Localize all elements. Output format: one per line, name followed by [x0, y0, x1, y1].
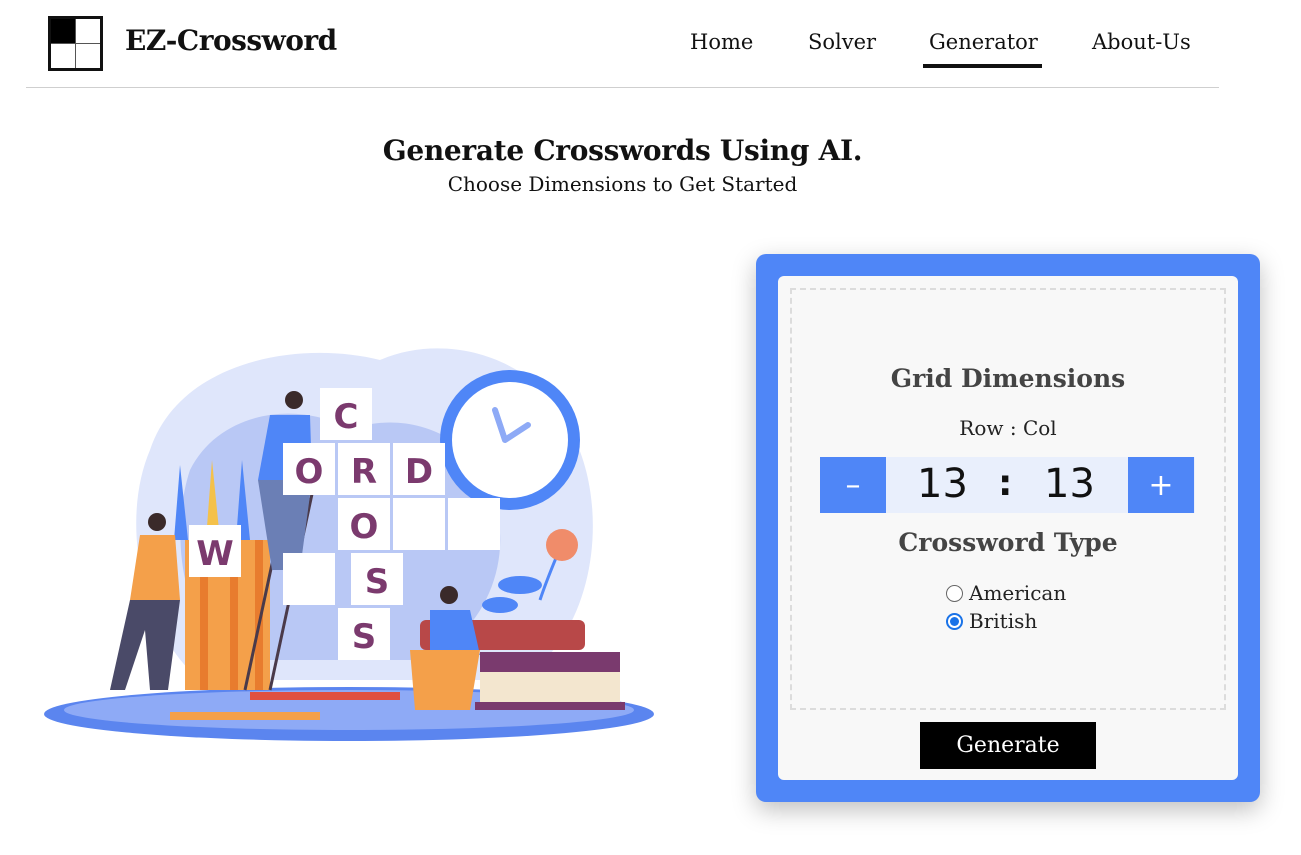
illustration-svg: C O R D W O S S	[44, 348, 654, 741]
type-option-label: British	[969, 609, 1038, 633]
nav-home[interactable]: Home	[690, 30, 753, 54]
row-col-label: Row : Col	[959, 416, 1057, 440]
cols-value[interactable]: 13	[1044, 461, 1095, 507]
type-option-american[interactable]: American	[946, 581, 1066, 605]
page-title: Generate Crosswords Using AI.	[382, 134, 863, 167]
crossword-grid-logo-icon[interactable]	[48, 16, 103, 71]
radio-british[interactable]	[946, 612, 963, 630]
tile-letter: C	[334, 397, 359, 437]
generator-card: Grid Dimensions Row : Col – 13 : 13 + Cr…	[756, 254, 1260, 802]
crossword-illustration: C O R D W O S S	[0, 300, 690, 780]
brand-name[interactable]: EZ-Crossword	[125, 24, 337, 57]
top-header: EZ-Crossword Home Solver Generator About…	[26, 0, 1219, 88]
type-option-label: American	[969, 581, 1067, 605]
tile-letter: S	[365, 562, 390, 602]
tile-letter: O	[295, 452, 324, 492]
tile-letter: W	[196, 534, 234, 574]
decrease-button[interactable]: –	[820, 457, 886, 513]
generator-card-inner: Grid Dimensions Row : Col – 13 : 13 + Cr…	[778, 276, 1238, 780]
increase-button[interactable]: +	[1128, 457, 1194, 513]
dimension-stepper: – 13 : 13 +	[820, 457, 1195, 513]
crossword-type-heading: Crossword Type	[898, 528, 1118, 557]
type-option-british[interactable]: British	[946, 609, 1037, 633]
radio-american[interactable]	[946, 584, 963, 602]
page-subtitle: Choose Dimensions to Get Started	[447, 172, 798, 196]
active-nav-indicator	[923, 64, 1042, 68]
dimension-separator: :	[998, 463, 1013, 504]
generate-button[interactable]: Generate	[920, 722, 1096, 769]
nav-generator[interactable]: Generator	[929, 30, 1038, 54]
nav-solver[interactable]: Solver	[808, 30, 876, 54]
grid-dimensions-heading: Grid Dimensions	[890, 364, 1126, 393]
nav-about-us[interactable]: About-Us	[1092, 30, 1191, 54]
tile-letter: O	[350, 507, 379, 547]
tile-letter: S	[352, 617, 377, 657]
rows-value[interactable]: 13	[917, 461, 968, 507]
tile-letter: R	[351, 452, 377, 492]
tile-letter: D	[405, 452, 433, 492]
